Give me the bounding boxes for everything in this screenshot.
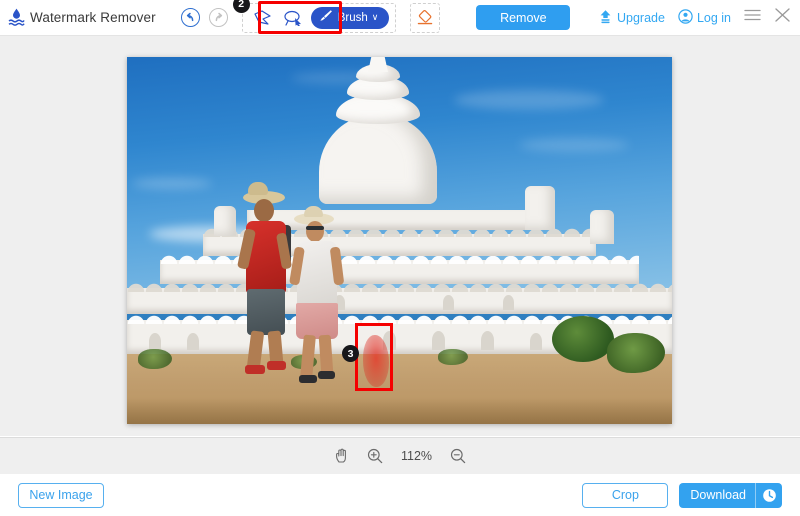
cloud [519,138,629,152]
login-label: Log in [697,11,731,25]
new-image-button[interactable]: New Image [18,483,104,508]
redo-button[interactable] [209,8,228,27]
annotation-badge-2: 2 [233,0,250,13]
bush [607,333,665,373]
watermark-remover-app: Watermark Remover [0,0,800,516]
selection-tool-group: 2 Brush ∨ [242,3,397,33]
annotation-highlight-selection [355,323,393,391]
download-label: Download [679,488,755,502]
bush [138,349,172,369]
user-circle-icon [678,9,693,27]
undo-button[interactable] [181,8,200,27]
hand-pan-icon[interactable] [334,448,351,465]
central-stupa [319,57,437,204]
login-button[interactable]: Log in [678,9,731,27]
upgrade-button[interactable]: Upgrade [598,9,665,27]
remove-button[interactable]: Remove [476,5,570,30]
header-right-actions: Upgrade Log in [598,7,791,28]
zoom-in-icon[interactable] [367,448,384,465]
upgrade-label: Upgrade [617,11,665,25]
close-icon[interactable] [774,7,791,28]
zoom-level-value: 112% [400,449,434,463]
zoom-toolbar: 112% [0,437,800,474]
lasso-cursor-icon [283,10,303,26]
polygon-lasso-icon [253,10,272,26]
tool-brush-label: Brush [338,12,368,24]
tool-polygon[interactable] [249,7,276,29]
app-header: Watermark Remover [0,0,800,36]
app-title: Watermark Remover [30,10,156,25]
clock-history-icon[interactable] [756,488,782,503]
source-photo [127,57,672,424]
photo-frame[interactable] [127,57,672,424]
brush-icon [319,9,333,26]
upload-upgrade-icon [598,9,613,27]
hamburger-menu-icon[interactable] [744,8,761,27]
zoom-out-icon[interactable] [450,448,467,465]
footer-bar: New Image Crop Download [0,474,800,516]
crop-button[interactable]: Crop [582,483,668,508]
download-button[interactable]: Download [679,483,782,508]
ground-shadow [127,398,672,424]
app-logo: Watermark Remover [8,8,156,27]
chevron-down-icon: ∨ [372,12,379,23]
undo-arrow-icon [185,12,196,23]
editor-canvas[interactable]: 3 [0,36,800,436]
annotation-badge-3: 3 [342,345,359,362]
history-controls [181,8,228,27]
watermark-droplet-waves-icon [8,8,25,27]
tool-lasso[interactable] [280,7,307,29]
tool-brush[interactable]: 2 Brush ∨ [311,7,390,29]
eraser-icon [416,9,434,27]
cloud [454,90,604,110]
redo-arrow-icon [213,12,224,23]
tool-eraser[interactable] [410,3,440,33]
tree [552,316,614,362]
